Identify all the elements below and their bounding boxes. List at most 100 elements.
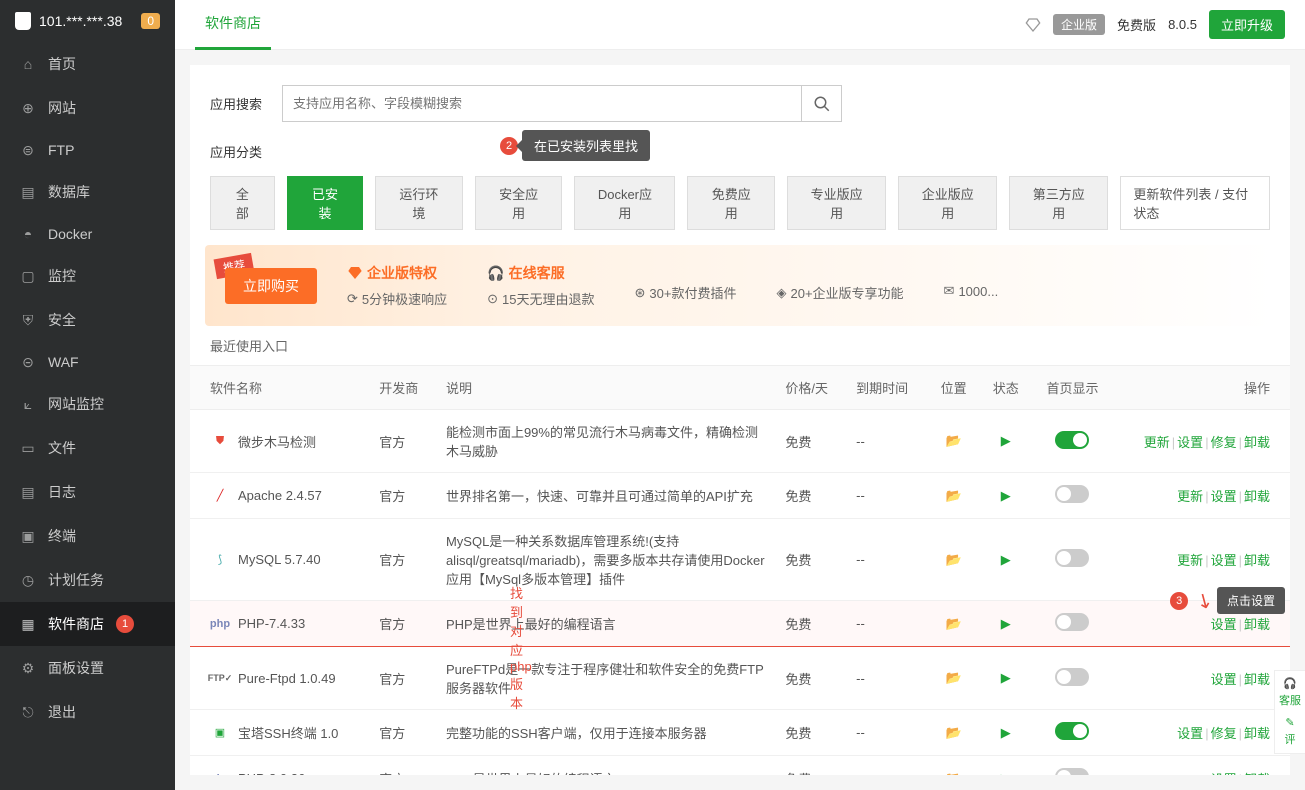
col-header: 到期时间 bbox=[846, 366, 927, 410]
op-设置[interactable]: 设置 bbox=[1211, 489, 1237, 504]
sidebar-item-label: 日志 bbox=[48, 482, 76, 502]
app-expire: -- bbox=[846, 601, 927, 647]
folder-icon[interactable]: 📂 bbox=[946, 433, 962, 448]
sidebar-item-globe[interactable]: ⊕网站 bbox=[0, 86, 175, 130]
annotation-text-2: 在已安装列表里找 bbox=[522, 130, 650, 161]
banner-sub-5: ✉ 1000... bbox=[944, 283, 999, 299]
sidebar-item-terminal[interactable]: ▣终端 bbox=[0, 514, 175, 558]
sidebar-item-docker[interactable]: ◓Docker bbox=[0, 214, 175, 254]
sidebar-item-waf[interactable]: ⊝WAF bbox=[0, 342, 175, 382]
sidebar-item-label: FTP bbox=[48, 142, 74, 158]
sidebar-item-exit[interactable]: ⎋退出 bbox=[0, 690, 175, 734]
folder-icon[interactable]: 📂 bbox=[946, 725, 962, 740]
folder-icon[interactable]: 📂 bbox=[946, 616, 962, 631]
sidebar-item-label: 监控 bbox=[48, 266, 76, 286]
home-toggle[interactable] bbox=[1055, 768, 1089, 775]
app-dev: 官方 bbox=[369, 710, 436, 756]
sidebar-item-ftp[interactable]: ⊜ FTP bbox=[0, 130, 175, 170]
float-feedback[interactable]: ✎评 bbox=[1285, 716, 1296, 747]
op-更新[interactable]: 更新 bbox=[1144, 435, 1170, 450]
play-icon[interactable]: ▶ bbox=[1001, 771, 1011, 776]
app-expire: -- bbox=[846, 756, 927, 776]
search-icon bbox=[813, 95, 831, 113]
home-toggle[interactable] bbox=[1055, 722, 1089, 740]
folder-icon: ▭ bbox=[20, 440, 36, 456]
sidebar-item-monitor[interactable]: ▢监控 bbox=[0, 254, 175, 298]
category-btn[interactable]: 已安装 bbox=[287, 176, 363, 230]
sidebar-item-gear[interactable]: ⚙面板设置 bbox=[0, 646, 175, 690]
op-设置[interactable]: 设置 bbox=[1177, 726, 1203, 741]
home-toggle[interactable] bbox=[1055, 431, 1089, 449]
upgrade-button[interactable]: 立即升级 bbox=[1209, 10, 1285, 39]
sidebar-item-log[interactable]: ▤日志 bbox=[0, 470, 175, 514]
sidebar-item-chart[interactable]: ⟀网站监控 bbox=[0, 382, 175, 426]
home-toggle[interactable] bbox=[1055, 549, 1089, 567]
category-btn[interactable]: 第三方应用 bbox=[1009, 176, 1108, 230]
category-btn[interactable]: 安全应用 bbox=[475, 176, 563, 230]
sidebar-item-clock[interactable]: ◷计划任务 bbox=[0, 558, 175, 602]
app-icon: php bbox=[210, 614, 230, 634]
sidebar-item-shield[interactable]: ⛨安全 bbox=[0, 298, 175, 342]
app-dev: 官方 bbox=[369, 473, 436, 519]
op-设置[interactable]: 设置 bbox=[1177, 435, 1203, 450]
op-设置[interactable]: 设置 bbox=[1211, 553, 1237, 568]
app-price: 免费 bbox=[775, 519, 846, 601]
buy-now-button[interactable]: 立即购买 bbox=[225, 268, 317, 304]
category-btn[interactable]: 运行环境 bbox=[375, 176, 463, 230]
category-btn[interactable]: Docker应用 bbox=[574, 176, 675, 230]
op-卸载[interactable]: 卸载 bbox=[1244, 772, 1270, 775]
sidebar-item-home[interactable]: ⌂首页 bbox=[0, 42, 175, 86]
app-desc: PureFTPd是一款专注于程序健壮和软件安全的免费FTP服务器软件 bbox=[436, 647, 775, 710]
home-toggle[interactable] bbox=[1055, 485, 1089, 503]
col-header: 软件名称 bbox=[190, 366, 369, 410]
op-设置[interactable]: 设置 bbox=[1211, 617, 1237, 632]
folder-icon[interactable]: 📂 bbox=[946, 670, 962, 685]
category-btn[interactable]: 全部 bbox=[210, 176, 275, 230]
shield-icon bbox=[15, 12, 31, 30]
play-icon[interactable]: ▶ bbox=[1001, 670, 1011, 685]
op-卸载[interactable]: 卸载 bbox=[1244, 553, 1270, 568]
promo-banner: 推荐 立即购买 企业版特权 ⟳ 5分钟极速响应 🎧 在线客服 ⊙ 15天无理由退… bbox=[205, 245, 1275, 326]
play-icon[interactable]: ▶ bbox=[1001, 725, 1011, 740]
home-toggle[interactable] bbox=[1055, 613, 1089, 631]
home-toggle[interactable] bbox=[1055, 668, 1089, 686]
play-icon[interactable]: ▶ bbox=[1001, 616, 1011, 631]
op-卸载[interactable]: 卸载 bbox=[1244, 617, 1270, 632]
play-icon[interactable]: ▶ bbox=[1001, 488, 1011, 503]
highlight-text: 找到对应php版本 bbox=[510, 583, 532, 712]
gear-icon: ⚙ bbox=[20, 660, 36, 676]
tab-software-store[interactable]: 软件商店 bbox=[195, 0, 271, 50]
op-修复[interactable]: 修复 bbox=[1211, 435, 1237, 450]
play-icon[interactable]: ▶ bbox=[1001, 552, 1011, 567]
play-icon[interactable]: ▶ bbox=[1001, 433, 1011, 448]
folder-icon[interactable]: 📂 bbox=[946, 488, 962, 503]
float-service[interactable]: 🎧客服 bbox=[1279, 677, 1301, 708]
app-desc: 世界排名第一，快速、可靠并且可通过简单的API扩充 bbox=[436, 473, 775, 519]
category-btn[interactable]: 专业版应用 bbox=[787, 176, 886, 230]
category-btn[interactable]: 企业版应用 bbox=[898, 176, 997, 230]
op-卸载[interactable]: 卸载 bbox=[1244, 672, 1270, 687]
chart-icon: ⟀ bbox=[20, 396, 36, 412]
update-list-link[interactable]: 更新软件列表 / 支付状态 bbox=[1120, 176, 1270, 230]
op-卸载[interactable]: 卸载 bbox=[1244, 435, 1270, 450]
search-button[interactable] bbox=[801, 86, 841, 121]
op-更新[interactable]: 更新 bbox=[1177, 489, 1203, 504]
notification-badge[interactable]: 0 bbox=[141, 13, 160, 29]
op-设置[interactable]: 设置 bbox=[1211, 672, 1237, 687]
server-ip: 101.***.***.38 bbox=[39, 13, 122, 29]
op-更新[interactable]: 更新 bbox=[1177, 553, 1203, 568]
ftp-icon: ⊜ bbox=[20, 142, 36, 158]
apps-icon: ▦ bbox=[20, 616, 36, 632]
sidebar-item-database[interactable]: ▤数据库 bbox=[0, 170, 175, 214]
folder-icon[interactable]: 📂 bbox=[946, 552, 962, 567]
op-设置[interactable]: 设置 bbox=[1211, 772, 1237, 775]
op-卸载[interactable]: 卸载 bbox=[1244, 726, 1270, 741]
search-input[interactable] bbox=[283, 86, 801, 121]
op-卸载[interactable]: 卸载 bbox=[1244, 489, 1270, 504]
sidebar-item-label: 终端 bbox=[48, 526, 76, 546]
sidebar-item-apps[interactable]: ▦软件商店1 bbox=[0, 602, 175, 646]
folder-icon[interactable]: 📂 bbox=[946, 771, 962, 776]
op-修复[interactable]: 修复 bbox=[1211, 726, 1237, 741]
category-btn[interactable]: 免费应用 bbox=[687, 176, 775, 230]
sidebar-item-folder[interactable]: ▭文件 bbox=[0, 426, 175, 470]
